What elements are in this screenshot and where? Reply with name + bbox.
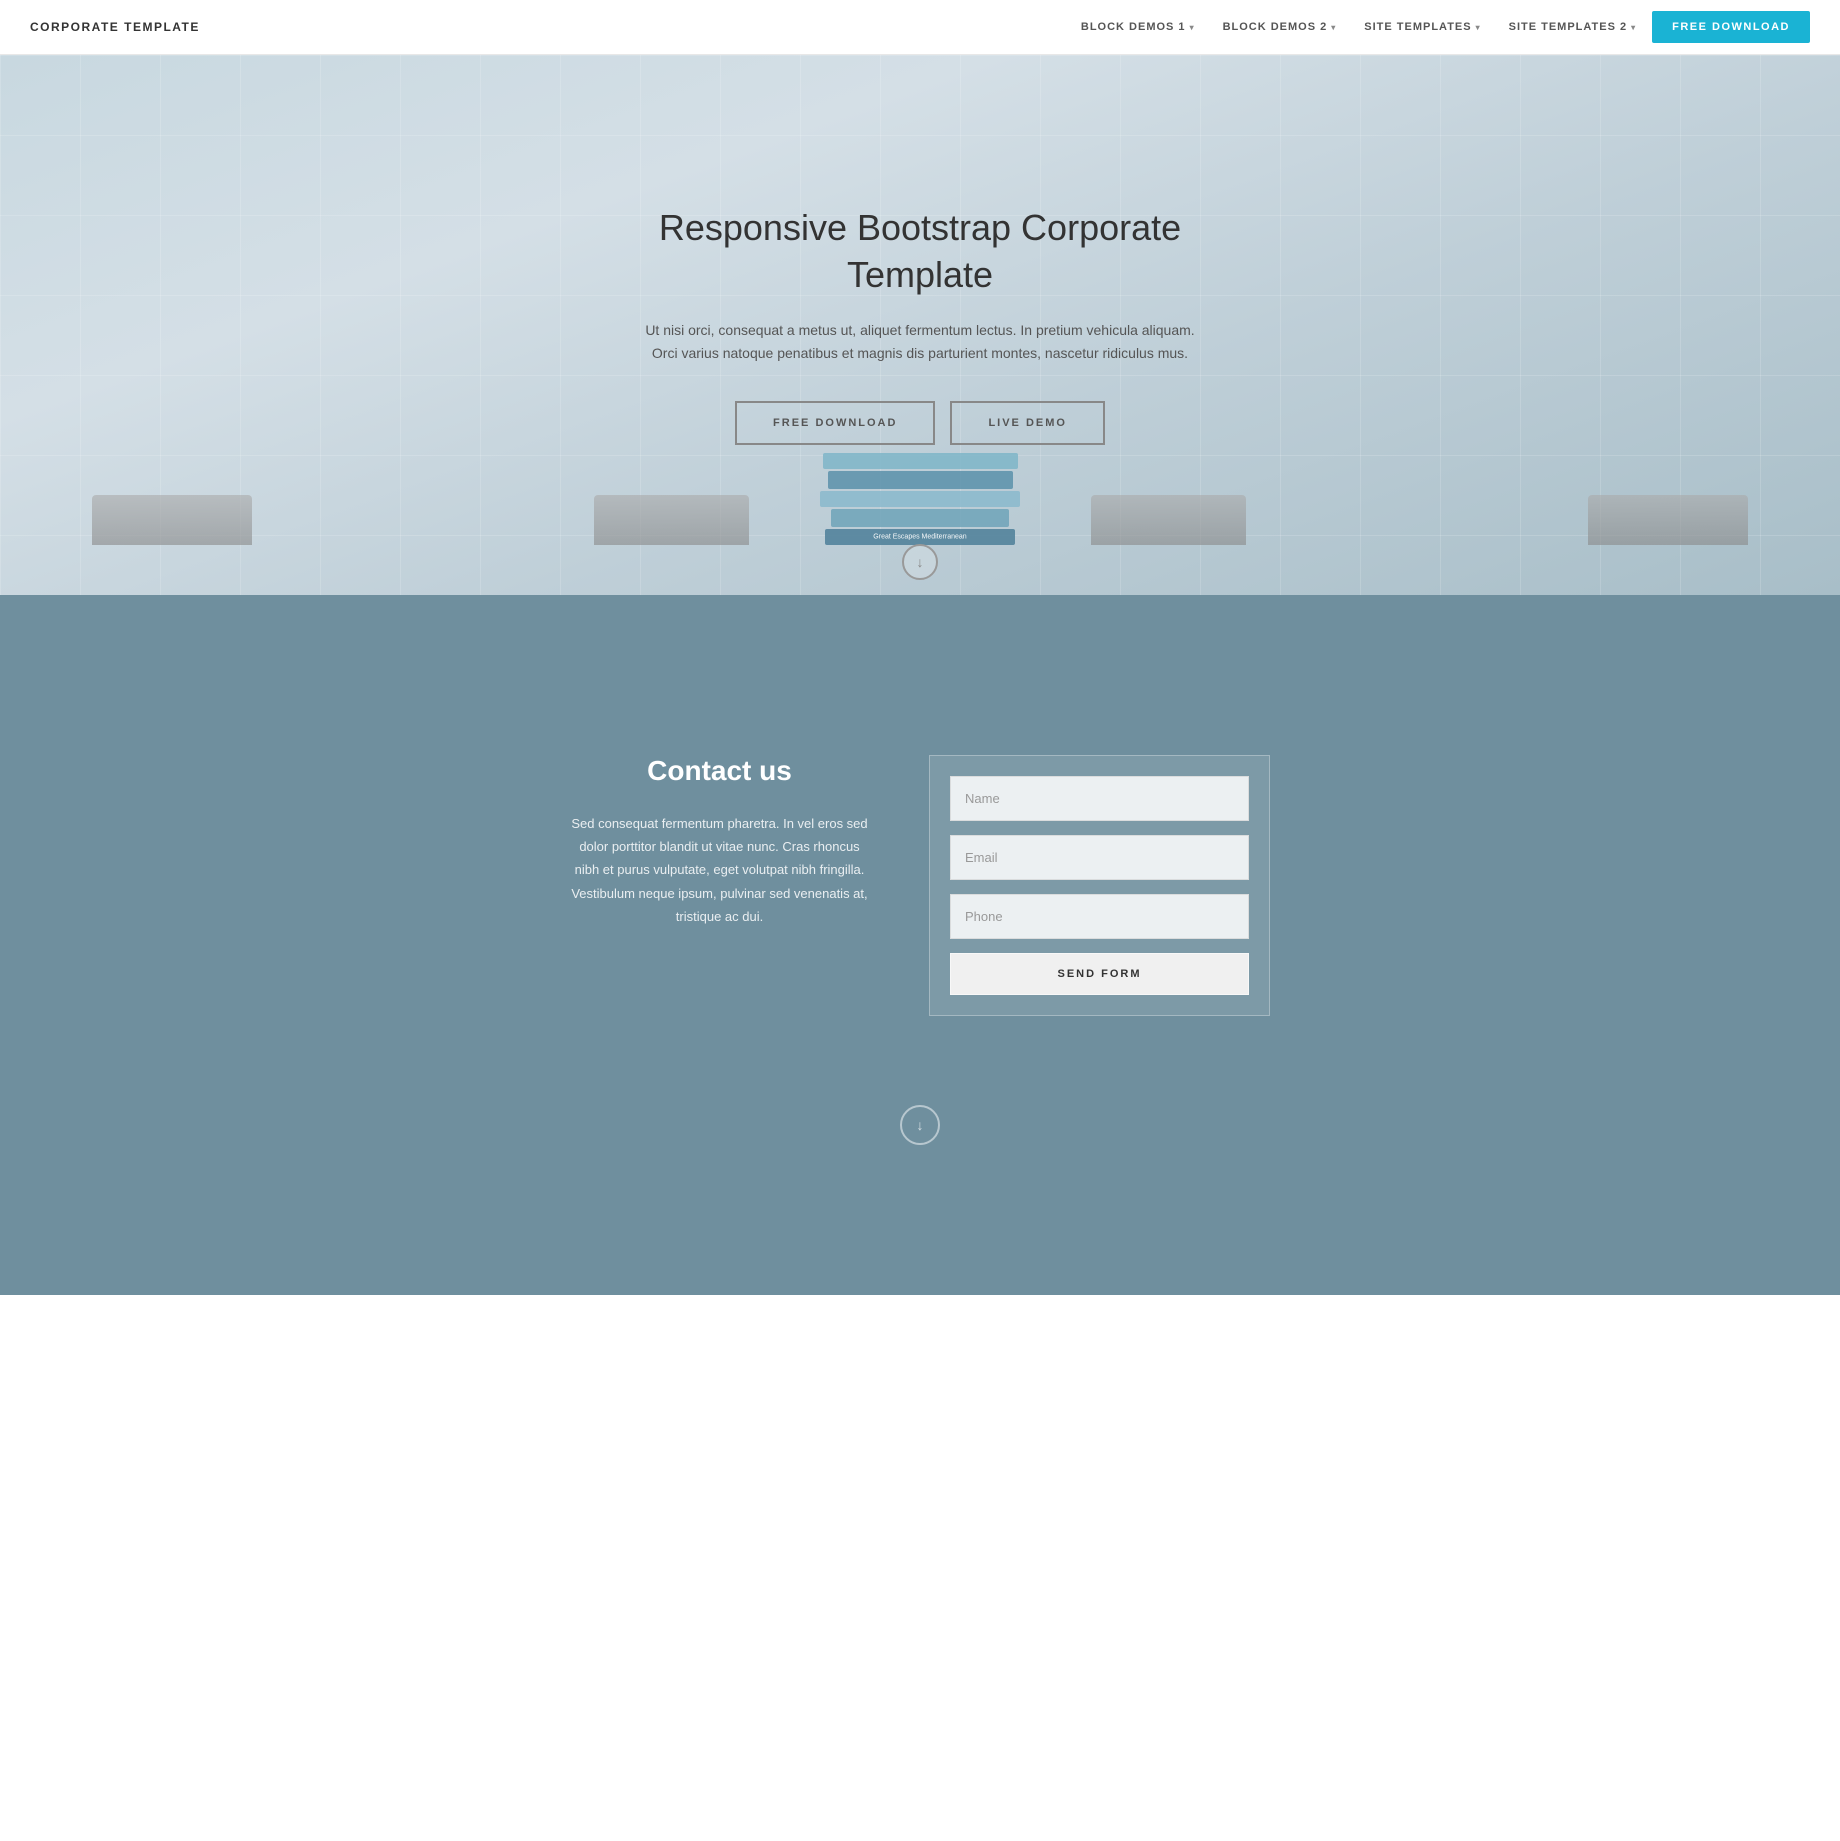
nav-link-site-templates-2[interactable]: SITE TEMPLATES 2 ▾ [1497, 13, 1649, 41]
decor-sofa-2 [594, 495, 749, 545]
free-download-button[interactable]: FREE DOWNLOAD [1652, 11, 1810, 43]
name-input[interactable] [950, 776, 1249, 821]
contact-title: Contact us [570, 755, 869, 787]
hero-download-button[interactable]: FREE DOWNLOAD [735, 401, 935, 445]
nav-item-block-demos-1[interactable]: BLOCK DEMOS 1 ▾ [1069, 13, 1207, 41]
nav-menu: BLOCK DEMOS 1 ▾ BLOCK DEMOS 2 ▾ SITE TEM… [1069, 11, 1810, 43]
nav-item-site-templates[interactable]: SITE TEMPLATES ▾ [1352, 13, 1492, 41]
nav-link-site-templates[interactable]: SITE TEMPLATES ▾ [1352, 13, 1492, 41]
book-3 [820, 491, 1020, 507]
contact-left: Contact us Sed consequat fermentum phare… [570, 755, 869, 929]
chevron-down-icon: ▾ [1631, 23, 1636, 32]
decor-sofa-1 [92, 495, 252, 545]
bottom-section [0, 1175, 1840, 1295]
chevron-down-icon: ▾ [1190, 23, 1195, 32]
hero-decoration: Great Escapes Mediterranean [0, 495, 1840, 545]
book-4 [831, 509, 1009, 527]
hero-scroll-button[interactable]: ↓ [902, 544, 938, 580]
hero-section: Responsive Bootstrap Corporate Template … [0, 55, 1840, 595]
chevron-down-icon: ▾ [1476, 23, 1481, 32]
brand-logo: CORPORATE TEMPLATE [30, 20, 200, 34]
hero-title: Responsive Bootstrap Corporate Template [640, 205, 1200, 299]
send-form-button[interactable]: SEND FORM [950, 953, 1249, 995]
contact-scroll-button[interactable]: ↓ [900, 1105, 940, 1145]
hero-content: Responsive Bootstrap Corporate Template … [620, 185, 1220, 465]
nav-link-block-demos-2[interactable]: BLOCK DEMOS 2 ▾ [1211, 13, 1349, 41]
nav-item-cta[interactable]: FREE DOWNLOAD [1652, 11, 1810, 43]
contact-inner: Contact us Sed consequat fermentum phare… [570, 755, 1270, 1016]
book-5: Great Escapes Mediterranean [825, 529, 1015, 545]
hero-demo-button[interactable]: LIVE DEMO [950, 401, 1105, 445]
hero-description: Ut nisi orci, consequat a metus ut, aliq… [640, 319, 1200, 367]
navbar: CORPORATE TEMPLATE BLOCK DEMOS 1 ▾ BLOCK… [0, 0, 1840, 55]
book-2 [828, 471, 1013, 489]
nav-link-block-demos-1[interactable]: BLOCK DEMOS 1 ▾ [1069, 13, 1207, 41]
decor-sofa-4 [1588, 495, 1748, 545]
email-input[interactable] [950, 835, 1249, 880]
contact-form: SEND FORM [929, 755, 1270, 1016]
decor-sofa-3 [1091, 495, 1246, 545]
hero-buttons: FREE DOWNLOAD LIVE DEMO [640, 401, 1200, 445]
books-stack: Great Escapes Mediterranean [820, 453, 1020, 545]
nav-item-block-demos-2[interactable]: BLOCK DEMOS 2 ▾ [1211, 13, 1349, 41]
phone-input[interactable] [950, 894, 1249, 939]
contact-section: Contact us Sed consequat fermentum phare… [0, 595, 1840, 1175]
chevron-down-icon: ▾ [1331, 23, 1336, 32]
nav-item-site-templates-2[interactable]: SITE TEMPLATES 2 ▾ [1497, 13, 1649, 41]
contact-description: Sed consequat fermentum pharetra. In vel… [570, 812, 869, 929]
